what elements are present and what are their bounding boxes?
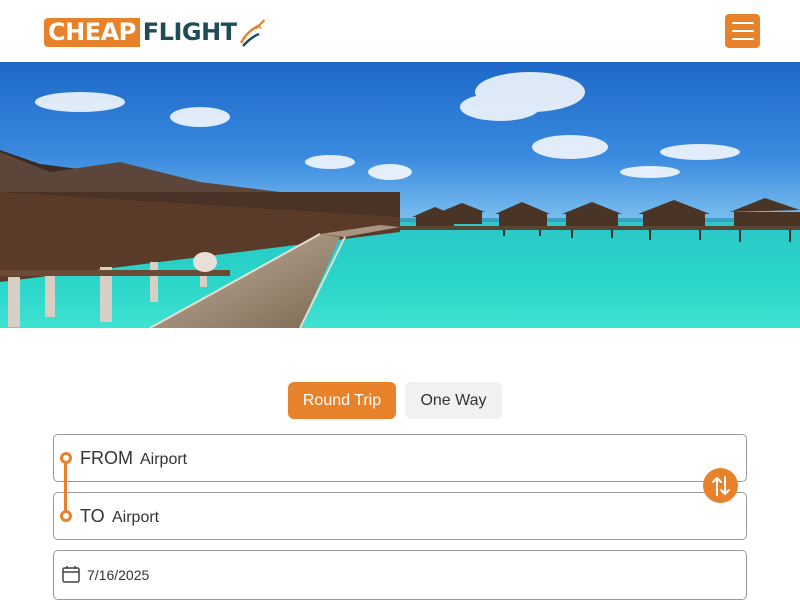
hamburger-menu-button[interactable] bbox=[725, 14, 760, 48]
brand-logo[interactable]: CHEAP FLIGHT bbox=[44, 15, 266, 49]
route-connector-line bbox=[64, 462, 67, 512]
menu-bar bbox=[731, 22, 754, 24]
logo-flight-text: FLIGHT bbox=[142, 18, 237, 46]
to-label: TO bbox=[80, 506, 105, 526]
to-airport-field[interactable]: TO Airport bbox=[53, 492, 747, 540]
round-trip-button[interactable]: Round Trip bbox=[288, 382, 396, 419]
departure-date-field[interactable]: 7/16/2025 bbox=[53, 550, 747, 600]
one-way-button[interactable]: One Way bbox=[405, 382, 502, 419]
swap-airports-button[interactable] bbox=[703, 468, 738, 503]
to-airport-value: Airport bbox=[112, 509, 160, 526]
calendar-icon bbox=[62, 566, 80, 583]
site-header: CHEAP FLIGHT bbox=[0, 0, 800, 62]
menu-bar bbox=[731, 30, 754, 32]
logo-cheap-text: CHEAP bbox=[44, 17, 140, 47]
trip-type-toggle: Round Trip One Way bbox=[288, 382, 502, 419]
menu-bar bbox=[731, 38, 754, 40]
plane-swoosh-icon bbox=[239, 19, 265, 47]
from-airport-value: Airport bbox=[140, 451, 188, 468]
destination-dot-icon bbox=[60, 510, 72, 522]
origin-dot-icon bbox=[60, 452, 72, 464]
from-airport-field[interactable]: FROM Airport bbox=[53, 434, 747, 482]
hero-image bbox=[0, 62, 800, 328]
swap-arrows-icon bbox=[711, 475, 730, 496]
from-label: FROM bbox=[80, 448, 133, 468]
departure-date-value: 7/16/2025 bbox=[87, 567, 150, 583]
